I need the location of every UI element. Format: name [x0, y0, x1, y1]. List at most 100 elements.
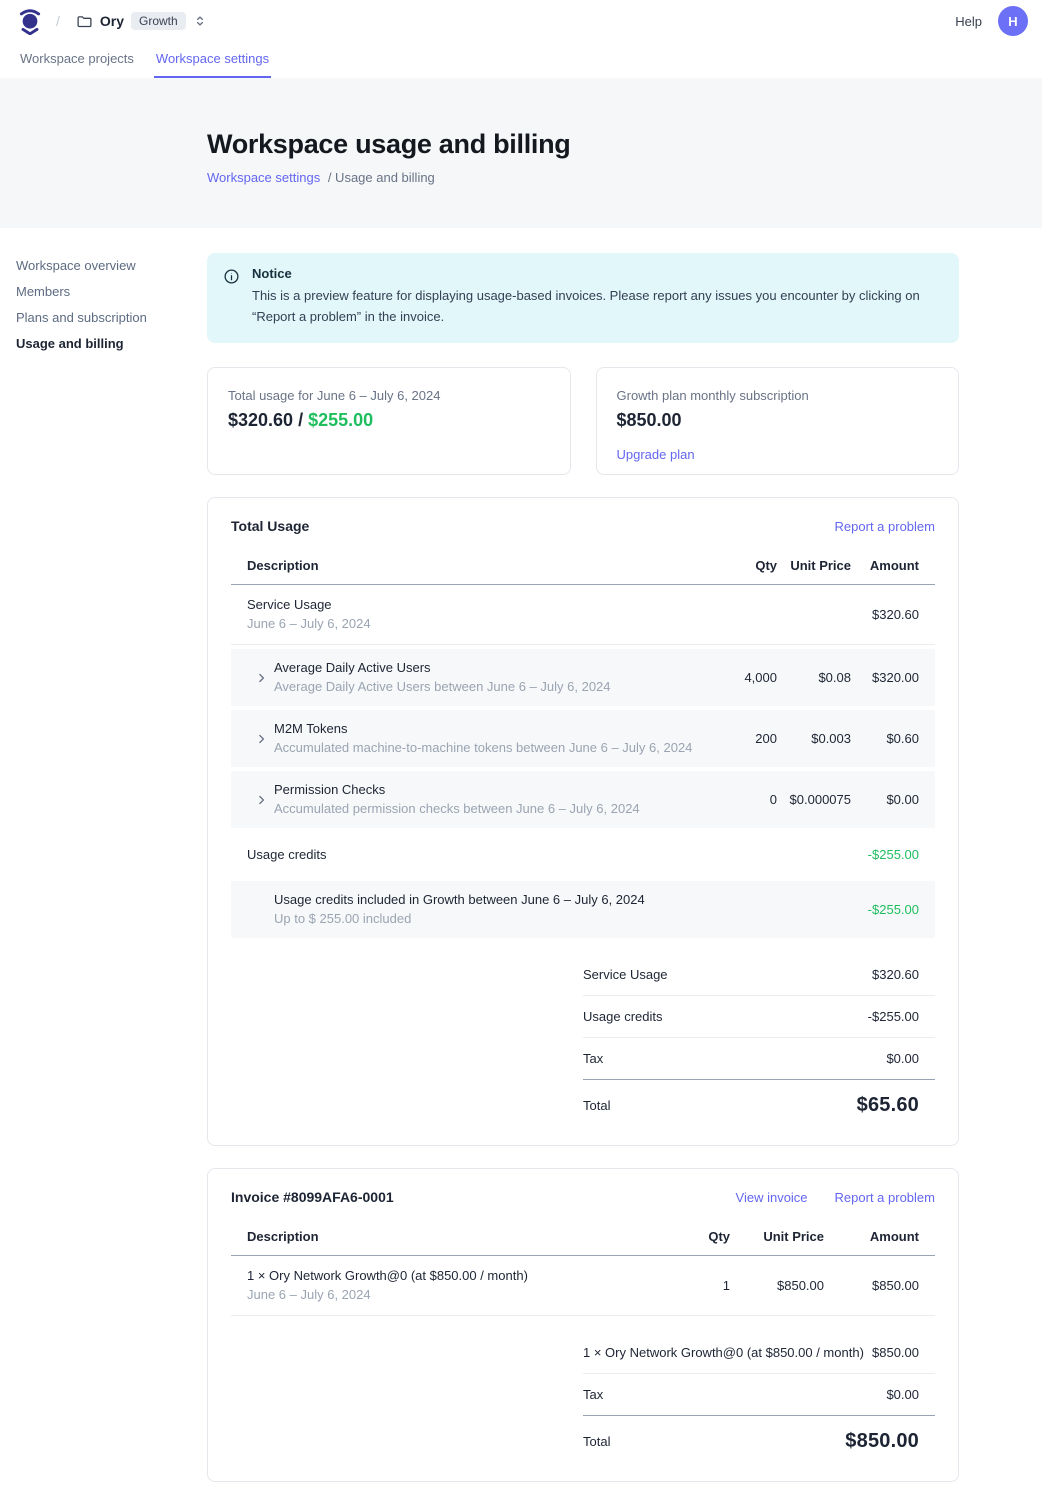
row-subtitle: June 6 – July 6, 2024 — [247, 615, 703, 632]
total-usage-invoice-card: Total Usage Report a problem Description… — [207, 497, 959, 1146]
summary-label: 1 × Ory Network Growth@0 (at $850.00 / m… — [583, 1345, 864, 1360]
summary-value: -$255.00 — [868, 1009, 935, 1024]
upgrade-plan-link[interactable]: Upgrade plan — [617, 447, 695, 462]
notice-banner: Notice This is a preview feature for dis… — [207, 253, 959, 343]
table-row-m2m-tokens: M2M Tokens Accumulated machine-to-machin… — [231, 710, 935, 767]
sidebar-item-members[interactable]: Members — [16, 285, 196, 298]
chevron-right-icon[interactable] — [255, 732, 268, 745]
workspace-name: Ory — [100, 13, 124, 29]
workspace-switcher[interactable]: Ory Growth — [76, 12, 207, 30]
invoice-summary: 1 × Ory Network Growth@0 (at $850.00 / m… — [583, 1332, 935, 1457]
topbar: / Ory Growth Help H — [0, 0, 1042, 42]
table-row-usage-credits: Usage credits -$255.00 — [231, 832, 935, 877]
total-usage-card-value: $320.60 / $255.00 — [228, 410, 550, 431]
main-content: Notice This is a preview feature for dis… — [207, 228, 959, 1482]
sidebar-item-workspace-overview[interactable]: Workspace overview — [16, 259, 196, 272]
invoice-title: Invoice #8099AFA6-0001 — [231, 1189, 394, 1205]
column-qty: Qty — [670, 1229, 730, 1244]
invoice-table-header: Description Qty Unit Price Amount — [231, 1218, 935, 1256]
summary-value: $850.00 — [872, 1345, 935, 1360]
subscription-card-label: Growth plan monthly subscription — [617, 388, 939, 403]
row-unit-price: $0.08 — [777, 670, 851, 685]
breadcrumb-workspace-settings-link[interactable]: Workspace settings — [207, 170, 320, 185]
summary-cards-row: Total usage for June 6 – July 6, 2024 $3… — [207, 367, 959, 475]
summary-row-usage-credits: Usage credits -$255.00 — [583, 996, 935, 1038]
row-amount: $0.60 — [851, 731, 935, 746]
summary-label: Tax — [583, 1051, 603, 1066]
breadcrumb: Workspace settings / Usage and billing — [207, 170, 1042, 185]
row-subtitle: June 6 – July 6, 2024 — [247, 1286, 670, 1303]
summary-label: Tax — [583, 1387, 603, 1402]
subscription-card-value: $850.00 — [617, 410, 939, 431]
summary-label: Usage credits — [583, 1009, 662, 1024]
column-amount: Amount — [824, 1229, 935, 1244]
row-unit-price: $0.000075 — [777, 792, 851, 807]
column-unit-price: Unit Price — [777, 558, 851, 573]
column-description: Description — [231, 1229, 670, 1244]
row-subtitle: Accumulated permission checks between Ju… — [274, 800, 703, 817]
row-amount: $320.00 — [851, 670, 935, 685]
page-header: Workspace usage and billing Workspace se… — [0, 78, 1042, 228]
summary-total-row: Total $850.00 — [583, 1416, 935, 1457]
row-title: M2M Tokens — [274, 720, 703, 737]
selector-icon[interactable] — [193, 14, 207, 28]
summary-label: Service Usage — [583, 967, 668, 982]
page-title: Workspace usage and billing — [207, 129, 1042, 160]
plan-badge: Growth — [131, 12, 186, 30]
summary-value: $0.00 — [886, 1051, 935, 1066]
report-a-problem-link[interactable]: Report a problem — [835, 1190, 935, 1205]
tab-workspace-projects[interactable]: Workspace projects — [18, 42, 136, 78]
total-label: Total — [583, 1098, 610, 1113]
summary-total-row: Total $65.60 — [583, 1080, 935, 1121]
table-row-usage-credits-included: Usage credits included in Growth between… — [231, 881, 935, 938]
total-usage-card: Total usage for June 6 – July 6, 2024 $3… — [207, 367, 571, 475]
row-qty: 0 — [703, 792, 777, 807]
settings-sidebar: Workspace overview Members Plans and sub… — [16, 259, 196, 363]
sidebar-item-usage-and-billing[interactable]: Usage and billing — [16, 337, 196, 350]
column-qty: Qty — [703, 558, 777, 573]
usage-table-header: Description Qty Unit Price Amount — [231, 547, 935, 585]
workspace-tabs: Workspace projects Workspace settings — [0, 42, 1042, 78]
usage-used-amount: $320.60 — [228, 410, 293, 430]
column-amount: Amount — [851, 558, 935, 573]
row-title: Permission Checks — [274, 781, 703, 798]
usage-separator: / — [293, 410, 308, 430]
row-unit-price: $850.00 — [730, 1278, 824, 1293]
row-subtitle: Accumulated machine-to-machine tokens be… — [274, 739, 703, 756]
summary-row-tax: Tax $0.00 — [583, 1374, 935, 1416]
table-row-permission-checks: Permission Checks Accumulated permission… — [231, 771, 935, 828]
summary-row-tax: Tax $0.00 — [583, 1038, 935, 1080]
row-qty: 1 — [670, 1278, 730, 1293]
row-amount: $320.60 — [851, 607, 935, 622]
row-amount: -$255.00 — [851, 847, 935, 862]
total-value: $850.00 — [845, 1430, 935, 1453]
sidebar-item-plans-and-subscription[interactable]: Plans and subscription — [16, 311, 196, 324]
chevron-right-icon[interactable] — [255, 793, 268, 806]
summary-value: $0.00 — [886, 1387, 935, 1402]
summary-row-service-usage: Service Usage $320.60 — [583, 954, 935, 996]
ory-logo-icon[interactable] — [16, 7, 44, 35]
report-a-problem-link[interactable]: Report a problem — [835, 519, 935, 534]
row-amount: $850.00 — [824, 1278, 935, 1293]
tab-workspace-settings[interactable]: Workspace settings — [154, 42, 271, 78]
column-unit-price: Unit Price — [730, 1229, 824, 1244]
avatar[interactable]: H — [998, 6, 1028, 36]
folder-icon — [76, 13, 93, 30]
notice-title: Notice — [252, 266, 942, 281]
row-title: Usage credits — [247, 846, 703, 863]
summary-row-subscription: 1 × Ory Network Growth@0 (at $850.00 / m… — [583, 1332, 935, 1374]
row-amount: $0.00 — [851, 792, 935, 807]
chevron-right-icon[interactable] — [255, 671, 268, 684]
usage-summary: Service Usage $320.60 Usage credits -$25… — [583, 954, 935, 1121]
row-unit-price: $0.003 — [777, 731, 851, 746]
breadcrumb-current: / Usage and billing — [328, 170, 435, 185]
summary-value: $320.60 — [872, 967, 935, 982]
column-description: Description — [231, 558, 703, 573]
row-subtitle: Average Daily Active Users between June … — [274, 678, 703, 695]
total-usage-title: Total Usage — [231, 518, 309, 534]
view-invoice-link[interactable]: View invoice — [736, 1190, 808, 1205]
help-link[interactable]: Help — [955, 14, 982, 29]
info-icon — [223, 268, 240, 327]
table-row-service-usage: Service Usage June 6 – July 6, 2024 $320… — [231, 585, 935, 645]
total-usage-card-label: Total usage for June 6 – July 6, 2024 — [228, 388, 550, 403]
